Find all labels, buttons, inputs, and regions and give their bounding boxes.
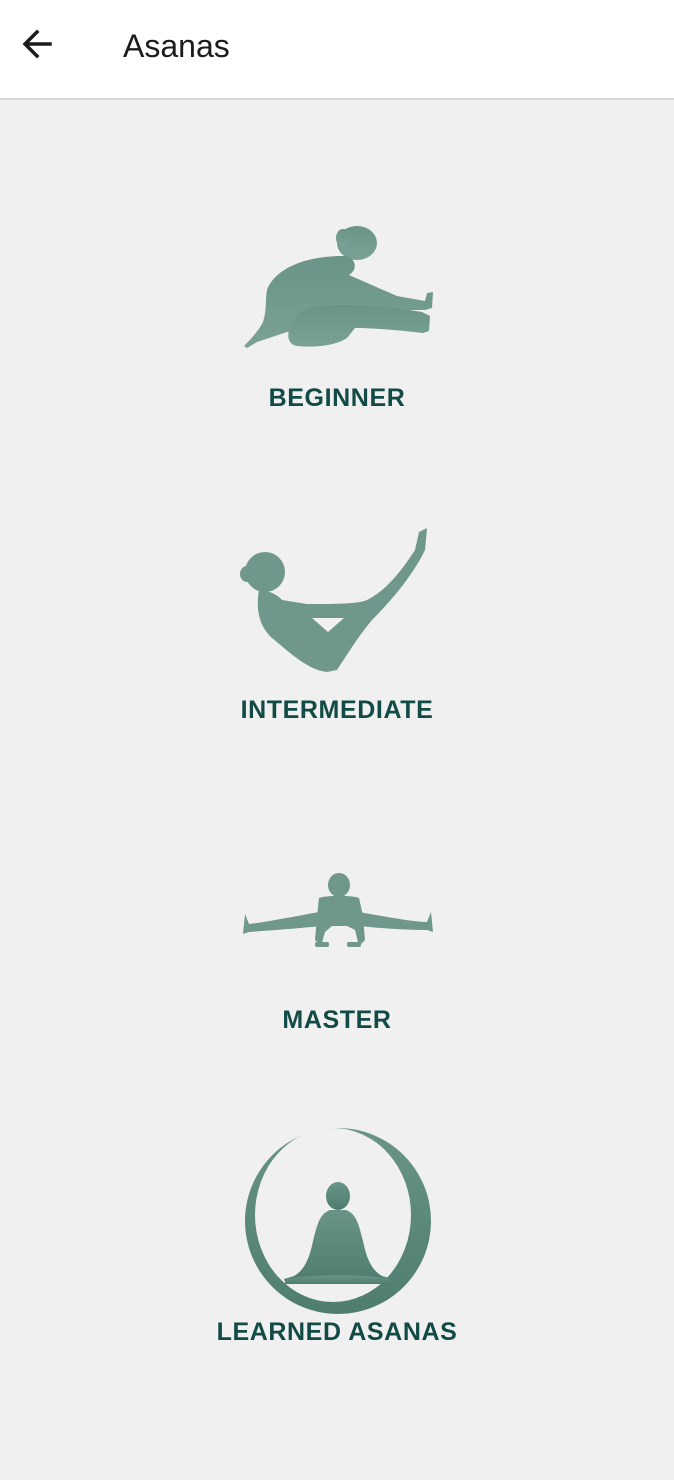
level-card-learned-asanas[interactable]: LEARNED ASANAS — [187, 1126, 487, 1356]
arrow-left-icon — [22, 29, 52, 59]
seated-forward-bend-icon — [244, 226, 433, 348]
level-card-intermediate[interactable]: INTERMEDIATE — [187, 520, 487, 730]
page-title: Asanas — [123, 28, 230, 64]
meditation-circle-icon — [245, 1128, 431, 1314]
level-label-master: MASTER — [282, 1006, 392, 1034]
level-card-beginner[interactable]: BEGINNER — [187, 210, 487, 420]
level-label-beginner: BEGINNER — [268, 384, 406, 412]
app-bar: Asanas — [0, 0, 674, 100]
arm-balance-split-icon — [243, 873, 433, 947]
level-label-intermediate: INTERMEDIATE — [240, 696, 434, 724]
level-card-master[interactable]: MASTER — [187, 860, 487, 1040]
level-label-learned-asanas: LEARNED ASANAS — [216, 1318, 458, 1346]
boat-pose-icon — [240, 528, 427, 672]
back-button[interactable] — [8, 14, 68, 74]
